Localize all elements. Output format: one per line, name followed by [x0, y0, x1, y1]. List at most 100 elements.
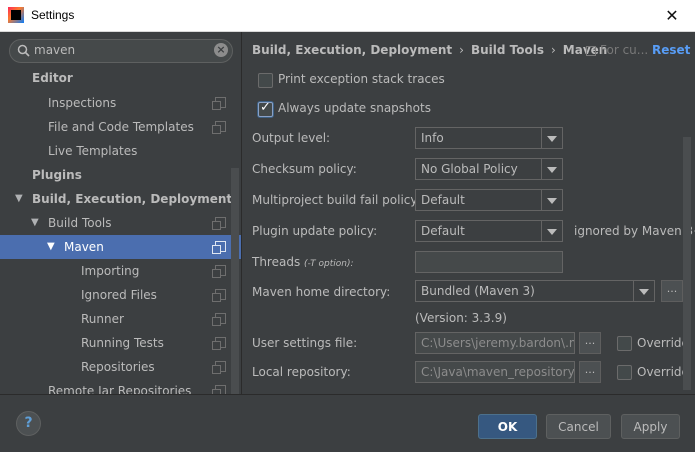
always-update-checkbox[interactable] [258, 100, 273, 117]
user-settings-value: C:\Users\jeremy.bardon\.m2 [421, 336, 575, 350]
tree-item-label: Editor [32, 71, 73, 85]
project-config-icon [212, 241, 226, 254]
project-config-icon [212, 121, 226, 134]
threads-input[interactable] [415, 251, 563, 273]
tree-item-label: Importing [81, 264, 140, 278]
local-repo-label: Local repository: [252, 365, 351, 379]
tree-item[interactable]: Inspections [0, 91, 241, 115]
tree-item-label: Maven [64, 240, 104, 254]
tree-item[interactable]: Plugins [0, 163, 241, 187]
reset-link[interactable]: Reset [652, 43, 690, 57]
clear-search-icon[interactable]: × [214, 43, 228, 57]
tree-item[interactable]: Running Tests [0, 331, 241, 355]
tree-item-label: Running Tests [81, 336, 164, 350]
breadcrumb-separator: › [459, 43, 464, 57]
browse-maven-home-button[interactable]: ... [661, 280, 683, 302]
print-exception-checkbox[interactable] [258, 73, 273, 88]
local-repo-value: C:\Java\maven_repository [421, 365, 575, 379]
content-scrollbar[interactable] [683, 137, 691, 390]
intellij-app-icon [8, 7, 24, 23]
tree-item[interactable]: Runner [0, 307, 241, 331]
project-config-icon [212, 313, 226, 326]
for-current-label: For cu... [600, 43, 649, 57]
maven-home-label: Maven home directory: [252, 285, 391, 299]
plugin-update-label: Plugin update policy: [252, 224, 378, 238]
maven-home-value: Bundled (Maven 3) [421, 284, 535, 298]
user-settings-input[interactable]: C:\Users\jeremy.bardon\.m2 [415, 332, 575, 354]
project-config-icon [212, 361, 226, 374]
expand-arrow-icon[interactable]: ▼ [47, 235, 55, 259]
sidebar-scrollbar[interactable] [231, 168, 239, 394]
search-box[interactable]: maven × [9, 39, 233, 63]
close-icon[interactable]: ✕ [649, 0, 695, 31]
breadcrumb-separator: › [550, 43, 556, 57]
browse-user-settings-button[interactable]: ... [579, 332, 601, 354]
tree-item[interactable]: Importing [0, 259, 241, 283]
maven-home-select[interactable]: Bundled (Maven 3) [415, 280, 655, 302]
tree-item[interactable]: Live Templates [0, 139, 241, 163]
expand-arrow-icon[interactable]: ▼ [15, 187, 23, 211]
tree-item-label: Repositories [81, 360, 155, 374]
tree-item[interactable]: ▼ Maven [0, 235, 241, 259]
tree-item[interactable]: ▼ Build Tools [0, 211, 241, 235]
breadcrumb-build-tools[interactable]: Build Tools [471, 43, 544, 57]
output-level-label: Output level: [252, 131, 331, 145]
checksum-policy-value: No Global Policy [421, 162, 518, 176]
output-level-select[interactable]: Info [415, 127, 563, 149]
help-button[interactable]: ? [16, 411, 41, 436]
settings-sidebar: maven × Editor Inspections File and Code T… [0, 32, 242, 398]
for-current-project-hint: For cu... [586, 43, 648, 57]
override-local-repo-label: Override [637, 365, 689, 379]
maven-settings-panel: Build, Execution, Deployment › Build Tools… [242, 32, 695, 394]
plugin-update-note: ignored by Maven 3+ [574, 224, 695, 238]
output-level-value: Info [421, 131, 444, 145]
checksum-policy-label: Checksum policy: [252, 162, 357, 176]
print-exception-label: Print exception stack traces [278, 72, 445, 86]
ok-button[interactable]: OK [478, 414, 537, 439]
search-icon [17, 44, 30, 57]
override-local-repo-checkbox[interactable] [617, 365, 632, 380]
project-config-icon [212, 289, 226, 302]
apply-button[interactable]: Apply [621, 414, 680, 439]
cancel-button[interactable]: Cancel [546, 414, 611, 439]
tree-item-label: Plugins [32, 168, 82, 182]
tree-item[interactable]: File and Code Templates [0, 115, 241, 139]
search-input[interactable]: maven [34, 43, 75, 57]
multiproject-policy-label: Multiproject build fail policy: [252, 193, 421, 207]
tree-item-label: Ignored Files [81, 288, 157, 302]
tree-item-label: Build Tools [48, 216, 112, 230]
chevron-down-icon [541, 221, 562, 241]
chevron-down-icon [633, 281, 654, 301]
project-config-icon [212, 217, 226, 230]
always-update-label: Always update snapshots [278, 101, 431, 115]
plugin-update-select[interactable]: Default [415, 220, 563, 242]
checksum-policy-select[interactable]: No Global Policy [415, 158, 563, 180]
breadcrumb-build-execution[interactable]: Build, Execution, Deployment [252, 43, 452, 57]
local-repo-input[interactable]: C:\Java\maven_repository [415, 361, 575, 383]
chevron-down-icon [541, 128, 562, 148]
tree-item[interactable]: Repositories [0, 355, 241, 379]
tree-item-label: Inspections [48, 96, 117, 110]
expand-arrow-icon[interactable]: ▼ [31, 211, 39, 235]
tree-item[interactable]: Editor [0, 66, 241, 90]
project-config-icon [212, 337, 226, 350]
title-bar: Settings ✕ [0, 0, 695, 32]
tree-item-label: Build, Execution, Deployment [32, 192, 233, 206]
override-user-settings-checkbox[interactable] [617, 336, 632, 351]
tree-item[interactable]: ▼ Build, Execution, Deployment [0, 187, 241, 211]
project-config-icon [212, 265, 226, 278]
tree-item-label: Live Templates [48, 144, 138, 158]
threads-label-text: Threads [252, 255, 301, 269]
tree-item-label: File and Code Templates [48, 120, 194, 134]
chevron-down-icon [541, 190, 562, 210]
browse-local-repo-button[interactable]: ... [579, 361, 601, 383]
window-title: Settings [31, 8, 75, 22]
threads-label: Threads (-T option): [252, 255, 354, 269]
multiproject-policy-value: Default [421, 193, 465, 207]
plugin-update-value: Default [421, 224, 465, 238]
multiproject-policy-select[interactable]: Default [415, 189, 563, 211]
user-settings-label: User settings file: [252, 336, 358, 350]
override-user-settings-label: Override [637, 336, 689, 350]
maven-version: (Version: 3.3.9) [415, 311, 507, 325]
tree-item[interactable]: Ignored Files [0, 283, 241, 307]
